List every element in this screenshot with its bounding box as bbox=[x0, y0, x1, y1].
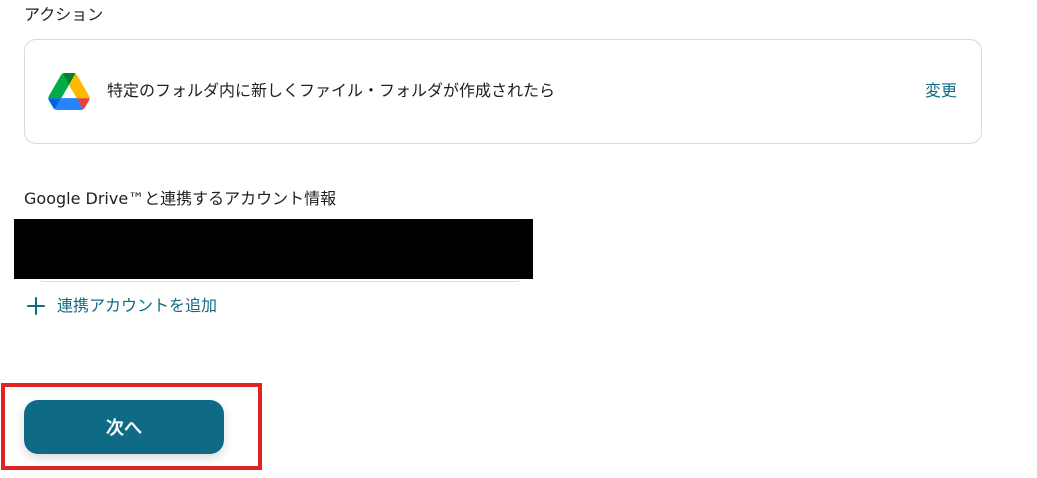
action-card: 特定のフォルダ内に新しくファイル・フォルダが作成されたら 変更 bbox=[24, 39, 982, 144]
add-account-link[interactable]: 連携アカウントを追加 bbox=[27, 294, 217, 318]
plus-icon bbox=[27, 297, 45, 315]
action-description: 特定のフォルダ内に新しくファイル・フォルダが作成されたら bbox=[107, 81, 556, 100]
google-drive-icon bbox=[48, 73, 90, 110]
section-title: アクション bbox=[24, 5, 104, 24]
add-account-label: 連携アカウントを追加 bbox=[57, 296, 218, 315]
change-link[interactable]: 変更 bbox=[925, 80, 957, 102]
account-field-border bbox=[40, 279, 520, 282]
next-button[interactable]: 次へ bbox=[24, 400, 224, 454]
account-info-heading: Google Drive™と連携するアカウント情報 bbox=[24, 189, 337, 208]
redacted-account-field bbox=[14, 219, 533, 279]
